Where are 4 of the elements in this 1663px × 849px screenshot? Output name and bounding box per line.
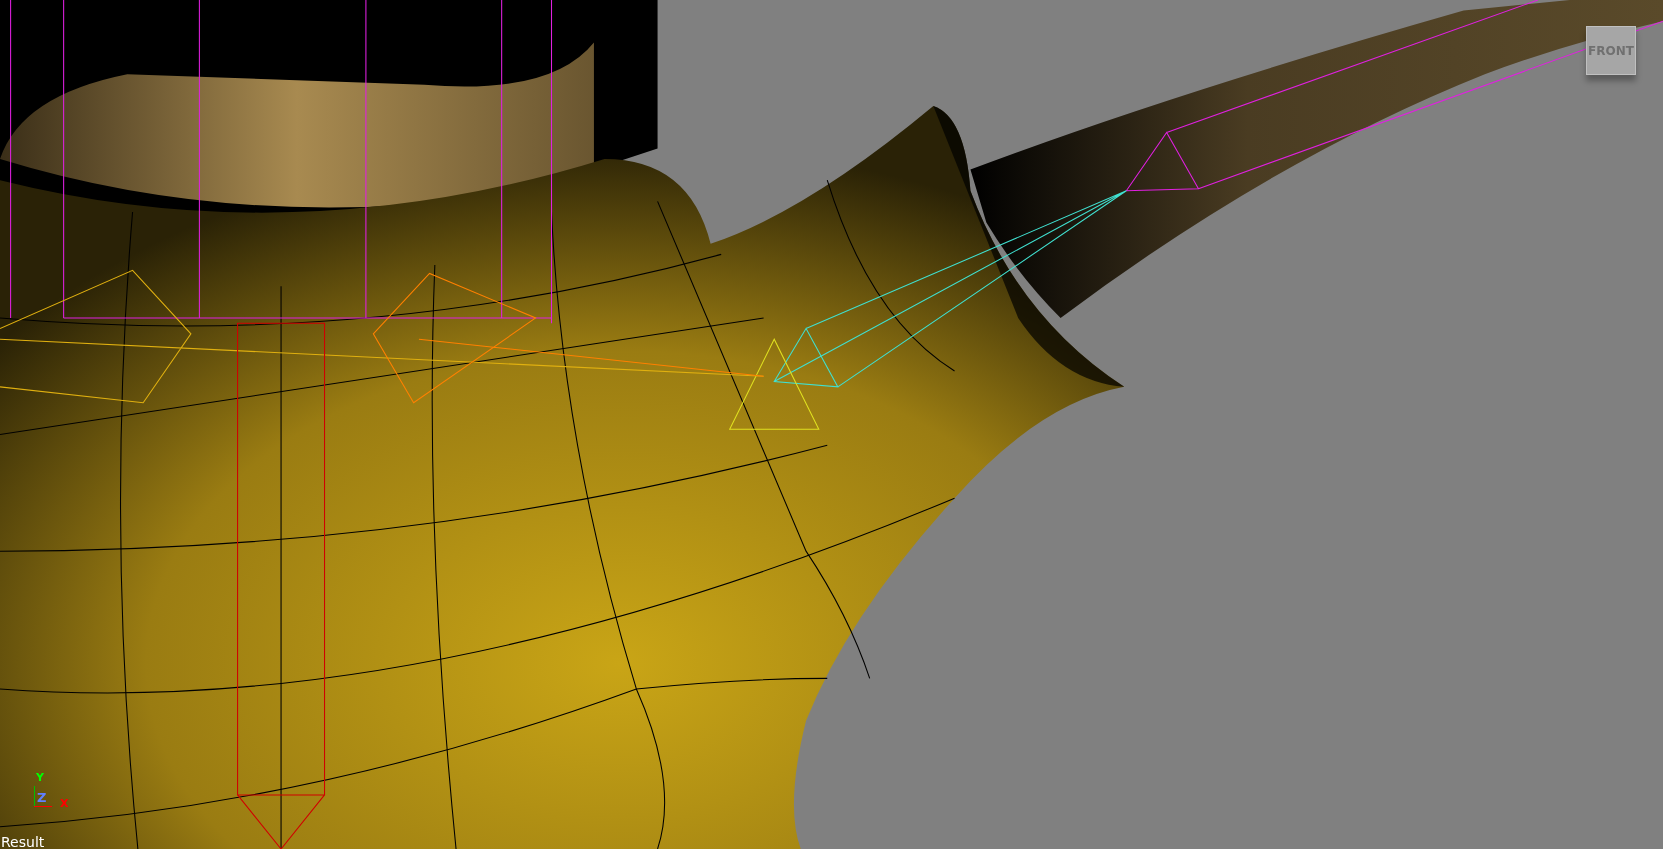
viewport-label: Result	[1, 835, 45, 849]
z-axis-label: Z	[37, 791, 47, 804]
y-axis-label: Y	[36, 772, 44, 783]
x-axis-label: X	[60, 798, 69, 809]
